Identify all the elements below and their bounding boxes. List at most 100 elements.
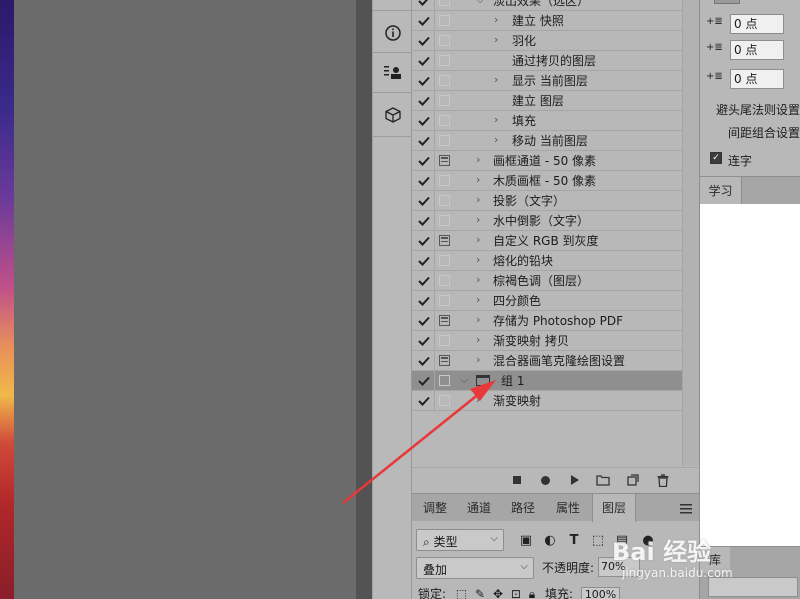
dialog-toggle-icon[interactable]: [439, 315, 450, 326]
action-row[interactable]: › 建立 快照: [412, 11, 682, 31]
action-row[interactable]: 通过拷贝的图层: [412, 51, 682, 71]
action-row[interactable]: › 水中倒影（文字）: [412, 211, 682, 231]
lock-position-icon[interactable]: ✥: [493, 587, 503, 599]
check-icon[interactable]: [417, 334, 431, 348]
check-icon[interactable]: [417, 294, 431, 308]
action-row[interactable]: › 渐变映射 拷贝: [412, 331, 682, 351]
action-row[interactable]: ⌵ 淡出效果（选区）: [412, 0, 682, 11]
layer-filter-select[interactable]: ⌕ 类型 ⌵: [416, 529, 504, 551]
check-icon[interactable]: [417, 0, 431, 8]
chevron-right-icon[interactable]: ›: [476, 314, 486, 326]
record-icon[interactable]: [538, 473, 552, 487]
new-set-icon[interactable]: [596, 473, 610, 487]
action-row[interactable]: › 棕褐色调（图层）: [412, 271, 682, 291]
shape-filter-icon[interactable]: ⬚: [590, 532, 606, 548]
dialog-toggle-icon[interactable]: [439, 35, 450, 46]
hyphenate-checkbox[interactable]: ✓: [710, 152, 722, 164]
action-row[interactable]: › 存储为 Photoshop PDF: [412, 311, 682, 331]
chevron-right-icon[interactable]: ›: [476, 354, 486, 366]
chevron-right-icon[interactable]: ›: [494, 14, 504, 26]
dialog-toggle-icon[interactable]: [439, 55, 450, 66]
chevron-right-icon[interactable]: ›: [494, 134, 504, 146]
chevron-right-icon[interactable]: ›: [476, 234, 486, 246]
pixel-filter-icon[interactable]: ▣: [518, 532, 534, 548]
spacing-label[interactable]: 间距组合设置: [728, 124, 800, 141]
new-action-icon[interactable]: [626, 473, 640, 487]
action-row[interactable]: › 渐变映射: [412, 391, 682, 411]
color-swatch[interactable]: [714, 0, 740, 4]
action-row[interactable]: › 混合器画笔克隆绘图设置: [412, 351, 682, 371]
dialog-toggle-icon[interactable]: [439, 235, 450, 246]
action-row[interactable]: ⌵ 组 1: [412, 371, 682, 391]
chevron-right-icon[interactable]: ›: [476, 154, 486, 166]
check-icon[interactable]: [417, 234, 431, 248]
action-row[interactable]: › 木质画框 - 50 像素: [412, 171, 682, 191]
action-row[interactable]: › 熔化的铅块: [412, 251, 682, 271]
check-icon[interactable]: [417, 254, 431, 268]
chevron-right-icon[interactable]: ›: [494, 114, 504, 126]
hyphenation-rules-label[interactable]: 避头尾法则设置: [716, 101, 800, 118]
action-row[interactable]: 建立 图层: [412, 91, 682, 111]
action-row[interactable]: › 自定义 RGB 到灰度: [412, 231, 682, 251]
dialog-toggle-icon[interactable]: [439, 255, 450, 266]
chevron-right-icon[interactable]: ›: [476, 194, 486, 206]
dialog-toggle-icon[interactable]: [439, 75, 450, 86]
dialog-toggle-icon[interactable]: [439, 115, 450, 126]
check-icon[interactable]: [417, 54, 431, 68]
space-after-field[interactable]: 0 点: [730, 69, 784, 89]
blend-mode-select[interactable]: 叠加 ⌵: [416, 557, 534, 579]
dialog-toggle-icon[interactable]: [439, 395, 450, 406]
dialog-toggle-icon[interactable]: [439, 95, 450, 106]
action-row[interactable]: › 投影（文字）: [412, 191, 682, 211]
lock-transparent-icon[interactable]: ⬚: [456, 587, 467, 599]
action-row[interactable]: › 显示 当前图层: [412, 71, 682, 91]
dialog-toggle-icon[interactable]: [439, 175, 450, 186]
action-row[interactable]: › 移动 当前图层: [412, 131, 682, 151]
stop-icon[interactable]: [510, 473, 524, 487]
indent-first-line-field[interactable]: 0 点: [730, 40, 784, 60]
chevron-right-icon[interactable]: ›: [476, 294, 486, 306]
type-filter-icon[interactable]: T: [566, 532, 582, 548]
dialog-toggle-icon[interactable]: [439, 15, 450, 26]
chevron-right-icon[interactable]: ›: [476, 254, 486, 266]
check-icon[interactable]: [417, 94, 431, 108]
dialog-toggle-icon[interactable]: [439, 335, 450, 346]
chevron-right-icon[interactable]: ›: [476, 174, 486, 186]
check-icon[interactable]: [417, 194, 431, 208]
check-icon[interactable]: [417, 114, 431, 128]
adjustment-filter-icon[interactable]: ◐: [542, 532, 558, 548]
dialog-toggle-icon[interactable]: [439, 155, 450, 166]
tab-properties[interactable]: 属性: [546, 494, 590, 522]
check-icon[interactable]: [417, 354, 431, 368]
check-icon[interactable]: [417, 214, 431, 228]
lock-all-icon[interactable]: 🔒︎: [529, 587, 535, 599]
tab-channels[interactable]: 通道: [458, 494, 500, 522]
check-icon[interactable]: [417, 154, 431, 168]
check-icon[interactable]: [417, 74, 431, 88]
check-icon[interactable]: [417, 174, 431, 188]
chevron-right-icon[interactable]: ›: [476, 334, 486, 346]
dialog-toggle-icon[interactable]: [439, 215, 450, 226]
action-row[interactable]: › 填充: [412, 111, 682, 131]
dialog-toggle-icon[interactable]: [439, 375, 450, 386]
info-icon[interactable]: [379, 20, 407, 46]
actions-scrollbar[interactable]: [682, 0, 699, 466]
tab-adjustments[interactable]: 调整: [414, 494, 456, 522]
tab-paths[interactable]: 路径: [502, 494, 544, 522]
3d-cube-icon[interactable]: [379, 102, 407, 128]
chevron-down-icon[interactable]: ⌵: [460, 374, 470, 386]
check-icon[interactable]: [417, 374, 431, 388]
action-row[interactable]: › 四分颜色: [412, 291, 682, 311]
check-icon[interactable]: [417, 34, 431, 48]
dialog-toggle-icon[interactable]: [439, 195, 450, 206]
lock-image-icon[interactable]: ✎: [475, 587, 485, 599]
indent-left-field[interactable]: 0 点: [730, 14, 784, 34]
chevron-right-icon[interactable]: ›: [494, 34, 504, 46]
canvas-area[interactable]: [14, 0, 356, 599]
check-icon[interactable]: [417, 14, 431, 28]
check-icon[interactable]: [417, 134, 431, 148]
clone-source-icon[interactable]: [379, 60, 407, 86]
chevron-right-icon[interactable]: ›: [476, 274, 486, 286]
play-icon[interactable]: [568, 473, 582, 487]
chevron-down-icon[interactable]: ⌵: [476, 0, 486, 6]
